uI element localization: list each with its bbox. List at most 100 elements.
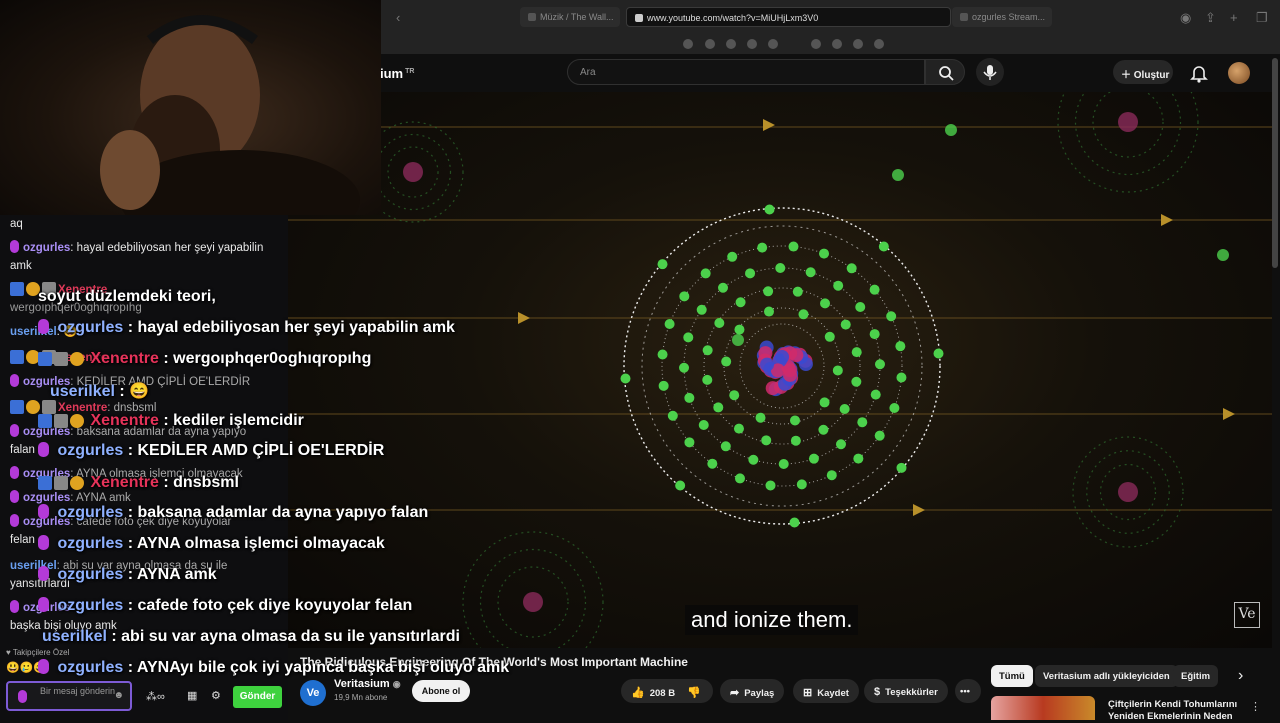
like-icon[interactable]: 👍 bbox=[631, 686, 645, 699]
chat-username[interactable]: Xenentre bbox=[58, 402, 107, 414]
thanks-button[interactable]: $ Teşekkürler bbox=[864, 679, 948, 703]
chat-username[interactable]: userilkel bbox=[10, 560, 57, 572]
background-atom-nucleus bbox=[1118, 482, 1138, 502]
chat-settings-icon[interactable]: ⚙ bbox=[211, 689, 221, 702]
electron bbox=[819, 248, 830, 259]
notifications-bell-icon[interactable] bbox=[1190, 63, 1208, 83]
electron bbox=[721, 356, 732, 367]
more-vert-icon[interactable]: ⋮ bbox=[1250, 700, 1261, 713]
electron bbox=[745, 268, 756, 279]
bookmark-icon[interactable] bbox=[832, 39, 842, 49]
chat-username[interactable]: ozgurles bbox=[23, 602, 70, 614]
back-icon[interactable]: ‹ bbox=[396, 10, 400, 25]
chat-message: Xenentre bbox=[10, 281, 280, 299]
emote-icon[interactable]: 😄 bbox=[33, 662, 47, 674]
mic-badge-icon bbox=[10, 490, 19, 503]
tab-close-icon[interactable] bbox=[635, 14, 643, 22]
user-avatar[interactable] bbox=[1228, 62, 1250, 84]
browser-tab-music[interactable]: Müzik / The Wall... bbox=[520, 7, 620, 27]
bookmark-icon[interactable] bbox=[726, 39, 736, 49]
dislike-icon[interactable]: 👎 bbox=[687, 686, 701, 699]
emote-bar[interactable]: 😃🥲😄 bbox=[6, 661, 47, 674]
channel-avatar[interactable]: Ve bbox=[300, 680, 326, 706]
extension-icon[interactable]: ◉ bbox=[1180, 10, 1191, 26]
electron bbox=[700, 268, 711, 279]
chat-message-input[interactable]: Bir mesaj gönderin ☻ bbox=[6, 681, 132, 711]
like-count[interactable]: 208 B bbox=[650, 688, 675, 699]
create-button[interactable]: ＋ Oluştur bbox=[1113, 60, 1173, 84]
chat-message: ozgurles: KEDİLER AMD ÇİPLİ OE'LERDİR bbox=[10, 373, 280, 391]
chip-all[interactable]: Tümü bbox=[991, 665, 1033, 687]
electron bbox=[763, 306, 774, 317]
share-button[interactable]: ➦ Paylaş bbox=[720, 679, 785, 703]
electron bbox=[675, 480, 686, 491]
electron bbox=[714, 317, 725, 328]
chat-username[interactable]: ozgurles bbox=[23, 516, 70, 528]
chat-username[interactable]: userilkel bbox=[10, 326, 57, 338]
channel-name[interactable]: Veritasium ◉ bbox=[334, 678, 401, 690]
chat-username[interactable]: ozgurles bbox=[23, 376, 70, 388]
chat-send-button[interactable]: Gönder bbox=[233, 686, 282, 708]
video-frame-atom bbox=[288, 92, 1272, 648]
emoji-picker-icon[interactable]: ☻ bbox=[113, 690, 124, 701]
super-thanks-icon: $ bbox=[874, 686, 881, 698]
electron bbox=[657, 259, 668, 270]
bookmark-icon[interactable] bbox=[811, 39, 821, 49]
floating-particle bbox=[945, 124, 957, 136]
youtube-logo[interactable]: ium TR bbox=[380, 66, 414, 81]
tabs-overview-icon[interactable]: ❐ bbox=[1256, 10, 1268, 26]
browser-tab-stream[interactable]: ozgurles Stream... bbox=[952, 7, 1052, 27]
voice-search-button[interactable] bbox=[976, 58, 1004, 86]
electron bbox=[734, 324, 745, 335]
chip-from-uploader[interactable]: Veritasium adlı yükleyiciden bbox=[1035, 665, 1178, 687]
recommended-title[interactable]: Çiftçilerin Kendi Tohumlarını Yeniden Ek… bbox=[1108, 699, 1248, 723]
page-scrollbar[interactable] bbox=[1272, 58, 1278, 268]
electron bbox=[667, 410, 678, 421]
electron bbox=[735, 297, 746, 308]
electron bbox=[808, 453, 819, 464]
background-atom-orbit bbox=[1074, 92, 1182, 176]
save-button[interactable]: ⊞ Kaydet bbox=[793, 679, 859, 703]
bookmark-icon[interactable] bbox=[747, 39, 757, 49]
chip-education[interactable]: Eğitim bbox=[1173, 665, 1219, 687]
electron bbox=[839, 404, 850, 415]
new-tab-icon[interactable]: + bbox=[1230, 10, 1238, 25]
chat-username[interactable]: ozgurles bbox=[23, 492, 70, 504]
chat-message: aq bbox=[10, 218, 23, 230]
nucleus-particle bbox=[783, 367, 798, 382]
share-icon[interactable]: ⇪ bbox=[1205, 10, 1216, 26]
chat-username[interactable]: Xenentre bbox=[58, 352, 107, 364]
electron bbox=[718, 282, 729, 293]
electron bbox=[820, 298, 831, 309]
electron bbox=[763, 286, 774, 297]
electron bbox=[896, 462, 907, 473]
chat-username[interactable]: ozgurles bbox=[23, 242, 70, 254]
bookmark-icon[interactable] bbox=[683, 39, 693, 49]
electron bbox=[833, 280, 844, 291]
chat-username[interactable]: ozgurles bbox=[23, 468, 70, 480]
channel-watermark[interactable]: Ve bbox=[1234, 602, 1260, 628]
beam-arrow bbox=[518, 312, 530, 324]
bookmark-icon[interactable] bbox=[768, 39, 778, 49]
gift-icon[interactable]: ▦ bbox=[187, 689, 197, 702]
search-button[interactable] bbox=[925, 59, 965, 85]
subscribe-button[interactable]: Abone ol bbox=[412, 680, 470, 702]
emote-icon[interactable]: 😃 bbox=[6, 662, 20, 674]
chat-username[interactable]: ozgurles bbox=[23, 426, 70, 438]
chat-username[interactable]: Xenentre bbox=[58, 284, 107, 296]
more-actions-button[interactable]: ••• bbox=[955, 679, 981, 703]
chevron-right-icon[interactable]: › bbox=[1238, 667, 1243, 685]
video-player[interactable]: and ionize them. Ve bbox=[288, 92, 1272, 648]
emote-icon[interactable]: 🥲 bbox=[20, 662, 34, 674]
address-bar[interactable]: www.youtube.com/watch?v=MiUHjLxm3V0 bbox=[647, 13, 818, 23]
channel-points-icon[interactable]: ⁂∞ bbox=[146, 690, 165, 703]
bookmark-icon[interactable] bbox=[874, 39, 884, 49]
electron bbox=[790, 415, 801, 426]
browser-tab-youtube[interactable]: www.youtube.com/watch?v=MiUHjLxm3V0 bbox=[626, 7, 951, 27]
recommended-thumbnail[interactable] bbox=[991, 696, 1095, 720]
search-input[interactable]: Ara bbox=[567, 59, 925, 85]
bookmark-icon[interactable] bbox=[853, 39, 863, 49]
bookmark-icon[interactable] bbox=[705, 39, 715, 49]
electron bbox=[796, 479, 807, 490]
chat-message: başka bişi oluyo amk bbox=[10, 620, 117, 632]
